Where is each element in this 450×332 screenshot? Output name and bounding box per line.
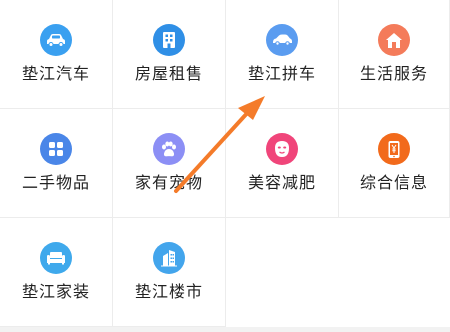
sofa-icon	[40, 242, 72, 274]
category-label: 垫江汽车	[21, 64, 90, 83]
category-label: 垫江楼市	[134, 282, 203, 301]
empty-cell	[226, 218, 339, 327]
category-item-life-service[interactable]: 生活服务	[339, 0, 450, 109]
category-label: 二手物品	[21, 173, 90, 192]
category-item-house[interactable]: 房屋租售	[113, 0, 226, 109]
category-item-car[interactable]: 垫江汽车	[0, 0, 113, 109]
home-icon	[378, 24, 410, 56]
category-item-pets[interactable]: 家有宠物	[113, 109, 226, 218]
service-category-panel: 垫江汽车 房屋租售 垫江拼车 生活服务 二手物品 家有宠物 美容减肥 综合信息 …	[0, 0, 450, 332]
category-label: 房屋租售	[134, 64, 203, 83]
category-item-real-estate[interactable]: 垫江楼市	[113, 218, 226, 327]
category-label: 美容减肥	[247, 173, 316, 192]
category-grid: 垫江汽车 房屋租售 垫江拼车 生活服务 二手物品 家有宠物 美容减肥 综合信息 …	[0, 0, 450, 327]
category-item-second-hand[interactable]: 二手物品	[0, 109, 113, 218]
category-label: 家有宠物	[134, 173, 203, 192]
empty-cell	[339, 218, 450, 327]
category-label: 综合信息	[359, 173, 428, 192]
category-item-carpool[interactable]: 垫江拼车	[226, 0, 339, 109]
category-label: 垫江家装	[21, 282, 90, 301]
paw-icon	[153, 133, 185, 165]
category-item-home-decor[interactable]: 垫江家装	[0, 218, 113, 327]
category-label: 生活服务	[359, 64, 428, 83]
face-mask-icon	[266, 133, 298, 165]
phone-yuan-icon	[378, 133, 410, 165]
category-item-beauty[interactable]: 美容减肥	[226, 109, 339, 218]
city-building-icon	[153, 242, 185, 274]
grid-icon	[40, 133, 72, 165]
building-icon	[153, 24, 185, 56]
car-share-icon	[266, 24, 298, 56]
bottom-divider	[0, 327, 450, 332]
car-icon	[40, 24, 72, 56]
category-item-general-info[interactable]: 综合信息	[339, 109, 450, 218]
category-label: 垫江拼车	[247, 64, 316, 83]
